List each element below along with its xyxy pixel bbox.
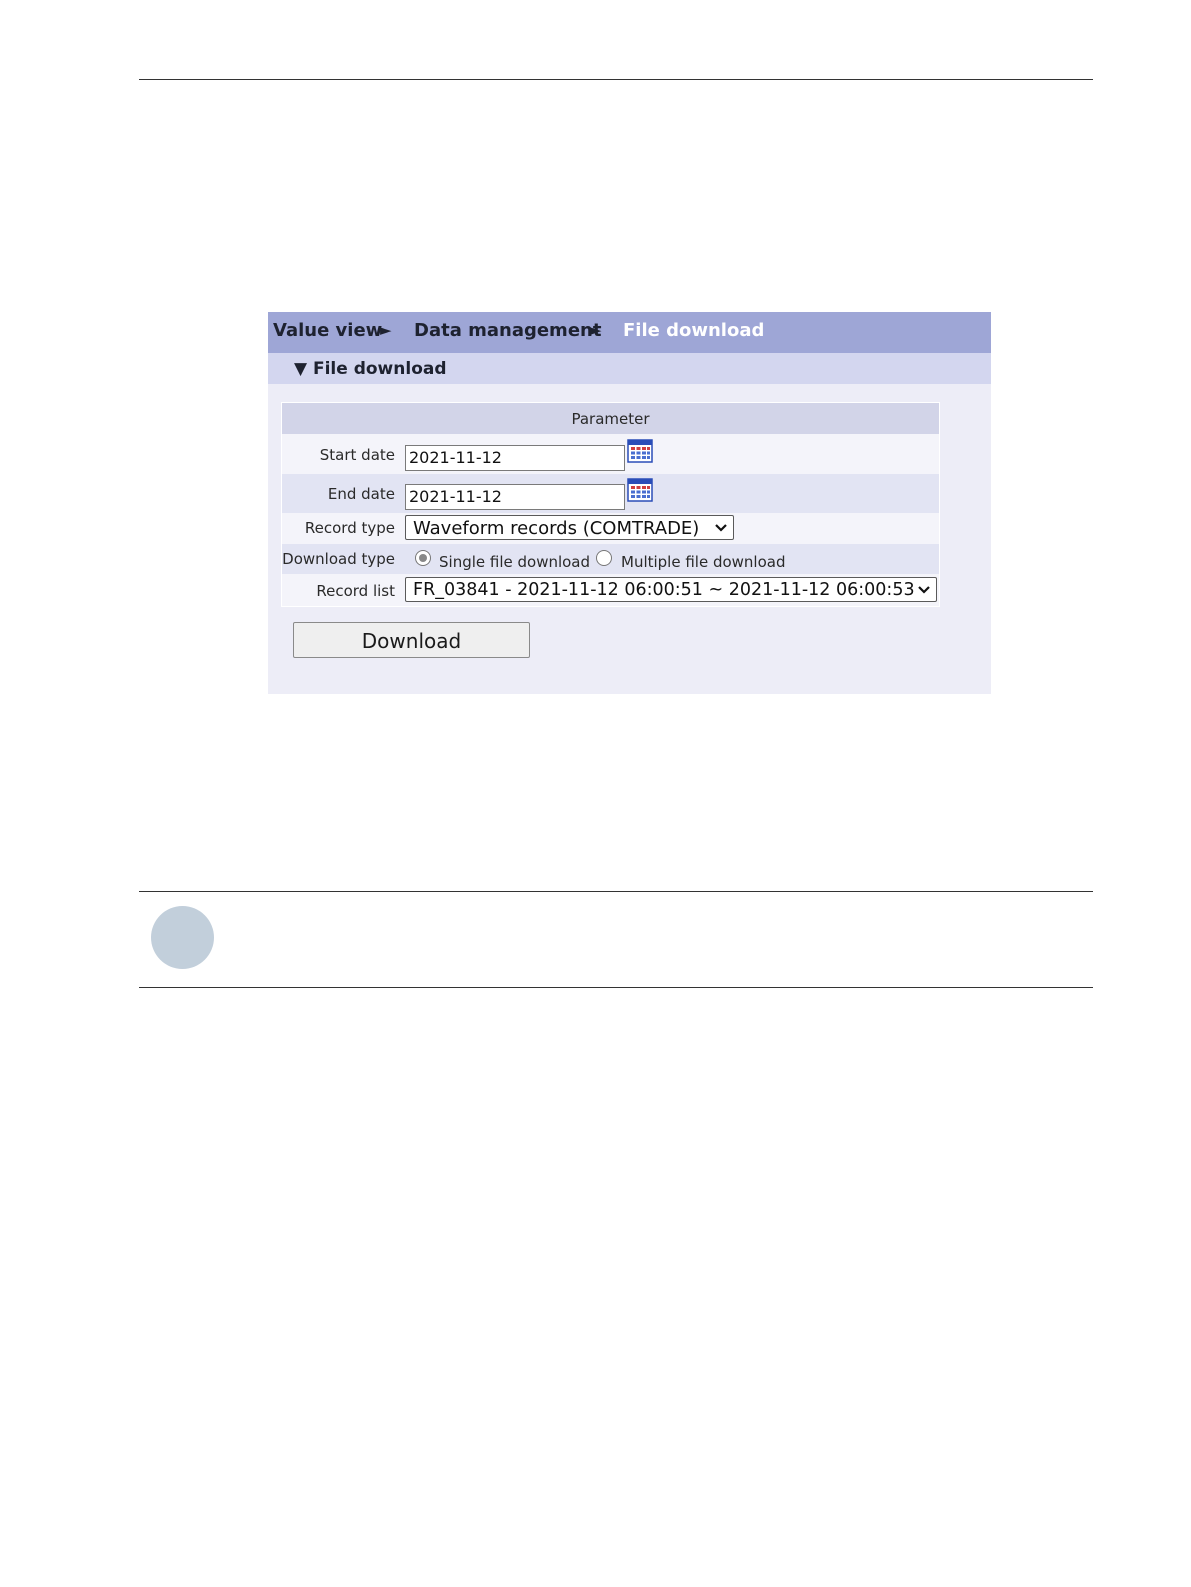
end-date-input[interactable]: 2021-11-12 xyxy=(405,484,625,510)
single-file-radio[interactable] xyxy=(415,550,431,566)
breadcrumb: Value view ► Data management ► File down… xyxy=(268,312,991,353)
breadcrumb-value-view[interactable]: Value view xyxy=(273,320,382,341)
start-date-label: Start date xyxy=(319,446,395,464)
note-icon xyxy=(151,906,214,969)
end-date-label: End date xyxy=(327,485,395,503)
breadcrumb-data-management[interactable]: Data management xyxy=(414,320,601,341)
record-list-select[interactable]: FR_03841 - 2021-11-12 06:00:51 ~ 2021-11… xyxy=(405,577,937,602)
file-download-panel: Value view ► Data management ► File down… xyxy=(268,312,991,694)
end-date-row: End date 2021-11-12 xyxy=(282,474,939,513)
record-list-label: Record list xyxy=(316,582,395,600)
section-header[interactable]: ▼ File download xyxy=(268,353,991,384)
calendar-icon[interactable] xyxy=(627,478,653,502)
record-type-value: Waveform records (COMTRADE) xyxy=(413,518,700,539)
chevron-down-icon xyxy=(715,524,727,532)
start-date-row: Start date 2021-11-12 xyxy=(282,435,939,474)
record-type-row: Record type Waveform records (COMTRADE) xyxy=(282,513,939,544)
breadcrumb-file-download: File download xyxy=(623,320,765,341)
record-type-label: Record type xyxy=(304,519,395,537)
multiple-file-label[interactable]: Multiple file download xyxy=(621,553,786,571)
chevron-down-icon xyxy=(918,586,930,594)
start-date-input[interactable]: 2021-11-12 xyxy=(405,445,625,471)
top-rule xyxy=(139,79,1093,80)
download-type-row: Download type Single file download Multi… xyxy=(282,544,939,574)
note-bottom-rule xyxy=(139,987,1093,988)
record-type-select[interactable]: Waveform records (COMTRADE) xyxy=(405,515,734,540)
breadcrumb-separator: ► xyxy=(380,321,392,339)
multiple-file-radio[interactable] xyxy=(596,550,612,566)
breadcrumb-separator: ► xyxy=(590,321,602,339)
record-list-value: FR_03841 - 2021-11-12 06:00:51 ~ 2021-11… xyxy=(413,580,915,600)
download-button[interactable]: Download xyxy=(293,622,530,658)
record-list-row: Record list FR_03841 - 2021-11-12 06:00:… xyxy=(282,574,939,606)
form-header: Parameter xyxy=(282,403,939,434)
section-title[interactable]: ▼ File download xyxy=(294,359,447,379)
note-top-rule xyxy=(139,891,1093,892)
calendar-icon[interactable] xyxy=(627,439,653,463)
parameter-form: Parameter Start date 2021-11-12 End date… xyxy=(281,402,940,607)
single-file-label[interactable]: Single file download xyxy=(439,553,590,571)
download-type-label: Download type xyxy=(282,550,395,568)
